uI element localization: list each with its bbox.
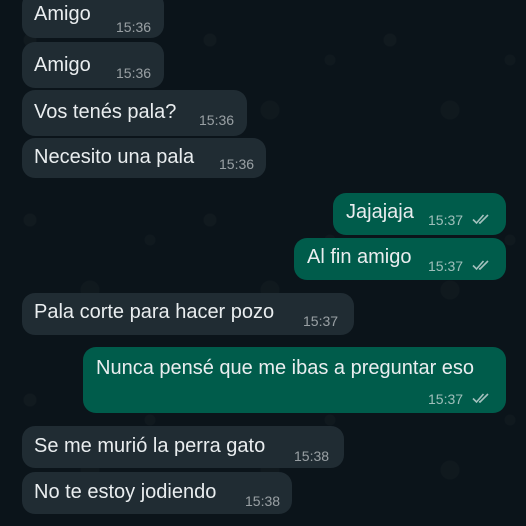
message-text: Se me murió la perra gato xyxy=(34,435,266,457)
message-time: 15:36 xyxy=(199,112,235,128)
message-time: 15:38 xyxy=(245,493,281,509)
read-ticks-icon xyxy=(472,214,489,225)
chat-window: Amigo 15:36 Amigo 15:36 Vos tenés pala? … xyxy=(0,0,526,526)
message-bubble-outgoing[interactable]: Al fin amigo 15:37 xyxy=(294,238,506,280)
message-text: Amigo xyxy=(34,54,91,76)
message-time: 15:37 xyxy=(428,212,464,228)
message-time: 15:37 xyxy=(428,391,464,407)
message-text: Necesito una pala xyxy=(34,146,195,168)
message-text: Jajajaja xyxy=(346,201,414,223)
message-bubble-outgoing[interactable]: Nunca pensé que me ibas a preguntar eso … xyxy=(83,347,506,413)
message-time: 15:38 xyxy=(294,448,330,464)
read-ticks-icon xyxy=(472,260,489,271)
message-time: 15:36 xyxy=(116,65,152,81)
message-text: Amigo xyxy=(34,3,91,25)
read-ticks-icon xyxy=(472,393,489,404)
message-bubble-incoming[interactable]: Vos tenés pala? 15:36 xyxy=(22,90,247,136)
message-time: 15:36 xyxy=(219,156,255,172)
message-bubble-incoming[interactable]: Amigo 15:36 xyxy=(22,42,164,88)
message-text: Pala corte para hacer pozo xyxy=(34,301,275,323)
message-text: Nunca pensé que me ibas a preguntar eso xyxy=(96,357,475,379)
message-bubble-incoming[interactable]: No te estoy jodiendo 15:38 xyxy=(22,472,292,514)
message-bubble-outgoing[interactable]: Jajajaja 15:37 xyxy=(333,193,506,235)
message-time: 15:37 xyxy=(428,258,464,274)
message-text: Vos tenés pala? xyxy=(34,101,177,123)
message-bubble-incoming[interactable]: Se me murió la perra gato 15:38 xyxy=(22,426,344,468)
message-time: 15:37 xyxy=(303,313,339,329)
message-text: No te estoy jodiendo xyxy=(34,481,217,503)
message-bubble-incoming[interactable]: Necesito una pala 15:36 xyxy=(22,138,266,178)
message-bubble-incoming[interactable]: Amigo 15:36 xyxy=(22,0,164,38)
message-time: 15:36 xyxy=(116,19,152,35)
message-text: Al fin amigo xyxy=(307,246,412,268)
message-bubble-incoming[interactable]: Pala corte para hacer pozo 15:37 xyxy=(22,293,354,335)
